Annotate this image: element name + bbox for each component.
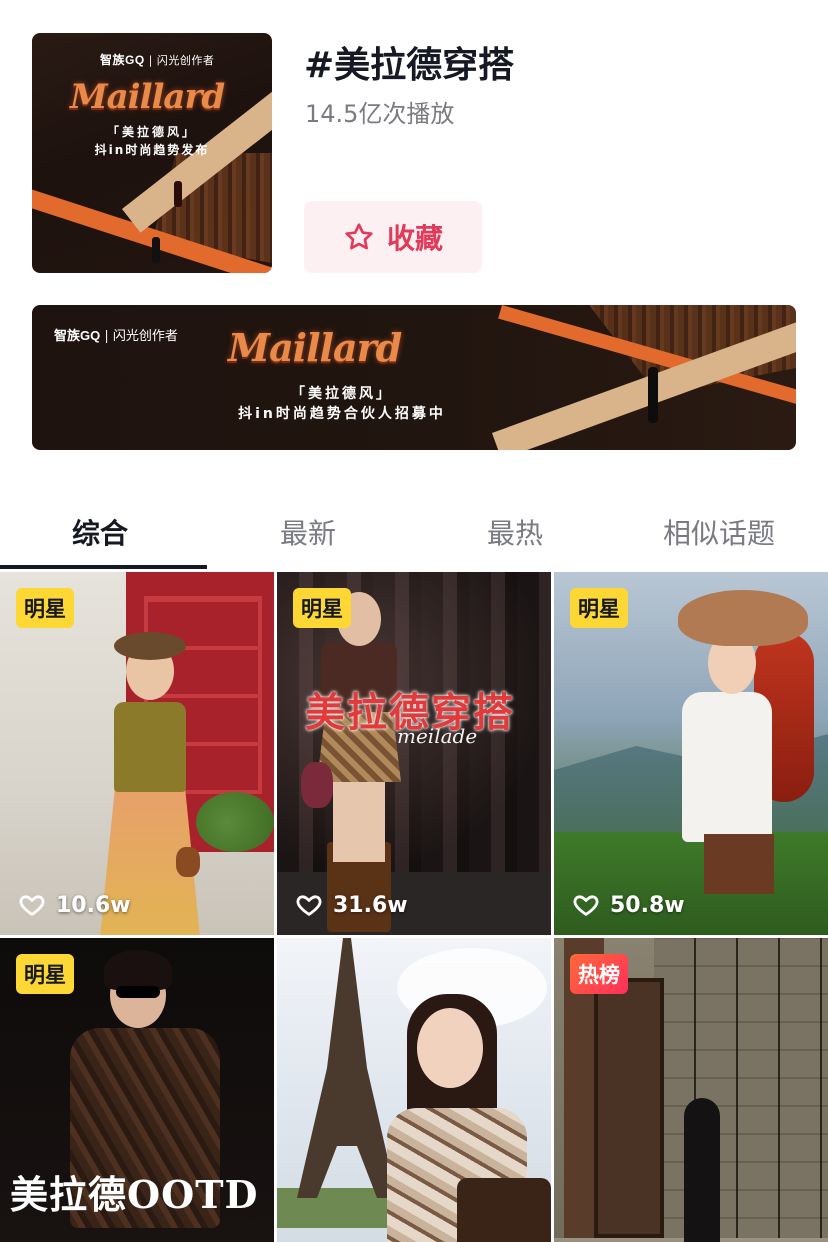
heart-outline-icon xyxy=(573,895,599,916)
play-count: 14.5亿次播放 xyxy=(305,100,455,128)
video-grid: 明星 10.6w 美拉德穿搭 meilade 明星 31.6w 明星 50.8w… xyxy=(0,572,828,1242)
card-backdrop xyxy=(554,832,828,935)
cover-tagline: 抖in时尚趋势发布 xyxy=(94,143,210,157)
like-count: 31.6w xyxy=(295,891,408,919)
star-outline-icon xyxy=(345,223,373,250)
tab-similar-topics[interactable]: 相似话题 xyxy=(663,512,775,552)
category-badge: 明星 xyxy=(16,588,74,628)
like-count: 50.8w xyxy=(572,891,685,919)
heart-outline-icon xyxy=(19,895,45,916)
video-card[interactable]: 热榜 xyxy=(554,938,828,1242)
card-figure xyxy=(682,692,772,842)
active-tab-indicator xyxy=(0,565,207,569)
favorite-button[interactable]: 收藏 xyxy=(304,201,482,273)
trending-badge: 热榜 xyxy=(570,954,628,994)
cover-figure xyxy=(174,181,182,207)
card-figure xyxy=(104,950,172,990)
page-title: #美拉德穿搭 xyxy=(304,45,515,86)
tab-latest[interactable]: 最新 xyxy=(280,512,336,552)
topic-cover-image[interactable]: 智族GQ | 闪光创作者 Maillard 「美拉德风」 抖in时尚趋势发布 xyxy=(32,33,272,273)
banner-script-title: Maillard xyxy=(228,325,402,370)
heart-outline-icon xyxy=(296,895,322,916)
promo-banner[interactable]: 智族GQ | 闪光创作者 Maillard 「美拉德风」 抖in时尚趋势合伙人招… xyxy=(32,305,796,450)
banner-figure xyxy=(648,367,658,423)
video-card[interactable]: 美拉德穿搭 meilade 明星 31.6w xyxy=(277,572,551,935)
tab-hottest[interactable]: 最热 xyxy=(487,512,543,552)
card-figure xyxy=(116,986,160,998)
cover-figure xyxy=(152,237,160,263)
category-badge: 明星 xyxy=(16,954,74,994)
cover-logos: 智族GQ | 闪光创作者 xyxy=(100,53,215,67)
video-card[interactable] xyxy=(277,938,551,1242)
video-card[interactable]: 美拉德OOTD 明星 xyxy=(0,938,274,1242)
banner-tagline: 抖in时尚趋势合伙人招募中 xyxy=(238,406,446,422)
filter-tabs: 综合 最新 最热 相似话题 xyxy=(0,500,828,570)
card-backdrop xyxy=(654,938,828,1242)
card-backdrop xyxy=(594,978,664,1238)
card-figure xyxy=(678,590,808,646)
card-figure xyxy=(457,1178,551,1242)
card-figure xyxy=(417,1008,483,1088)
like-count: 10.6w xyxy=(18,891,131,919)
banner-subtitle: 「美拉德风」 xyxy=(291,386,393,402)
video-card[interactable]: 明星 50.8w xyxy=(554,572,828,935)
video-card[interactable]: 明星 10.6w xyxy=(0,572,274,935)
card-figure xyxy=(301,762,333,808)
video-overlay-subtitle: meilade xyxy=(397,724,478,748)
favorite-label: 收藏 xyxy=(386,222,443,255)
cover-subtitle: 「美拉德风」 xyxy=(106,125,197,139)
banner-logos: 智族GQ | 闪光创作者 xyxy=(54,328,178,344)
category-badge: 明星 xyxy=(570,588,628,628)
card-figure xyxy=(704,834,774,894)
card-figure xyxy=(333,782,385,862)
card-figure xyxy=(684,1098,720,1242)
card-backdrop xyxy=(297,938,397,1198)
video-overlay-title: 美拉德OOTD xyxy=(10,1172,259,1217)
cover-script-title: Maillard xyxy=(70,77,225,117)
category-badge: 明星 xyxy=(293,588,351,628)
tab-comprehensive[interactable]: 综合 xyxy=(72,512,128,552)
card-backdrop xyxy=(196,792,274,852)
